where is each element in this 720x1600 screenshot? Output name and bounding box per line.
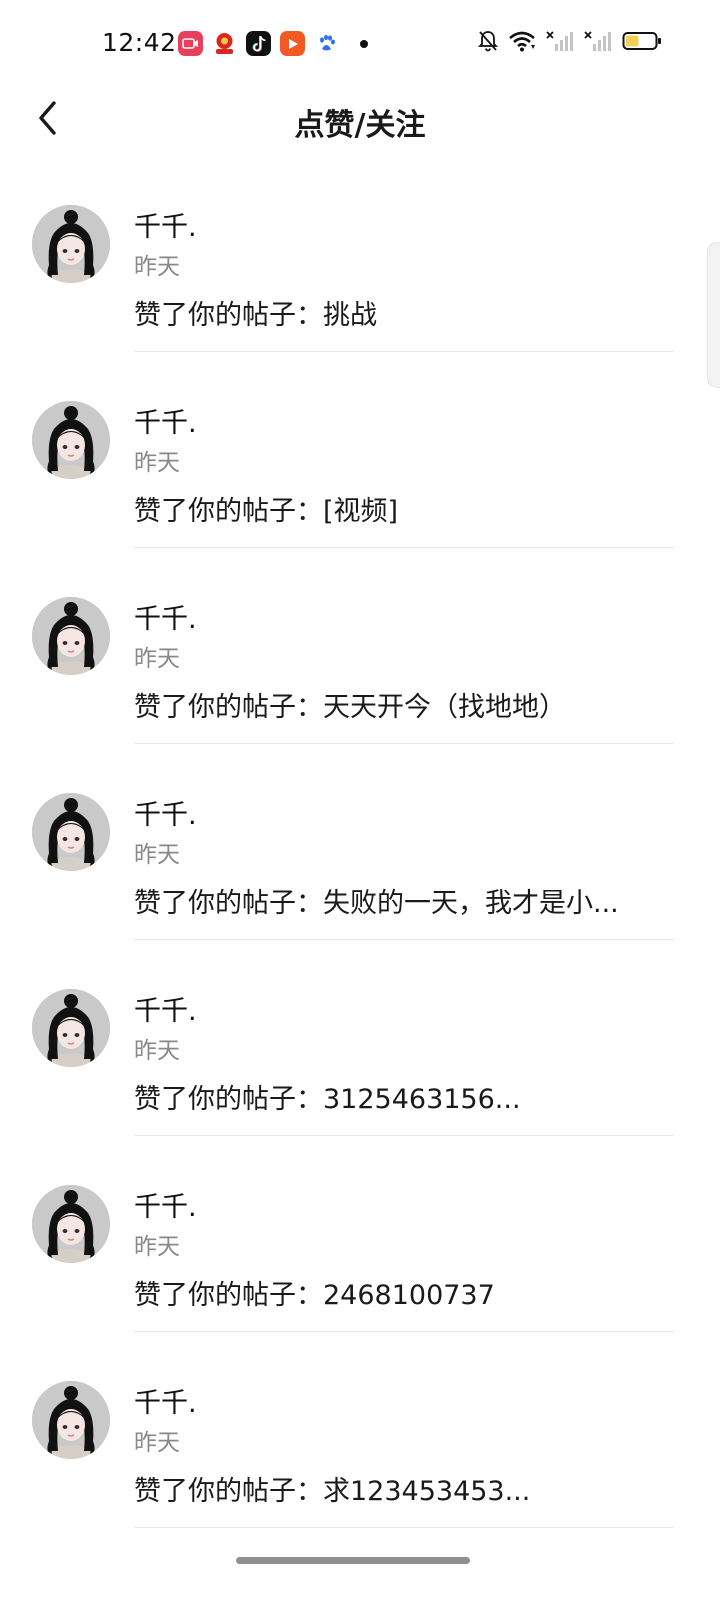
notification-time: 昨天 (134, 1234, 180, 1260)
signal-off-icon (546, 30, 574, 52)
status-right-icons (478, 30, 662, 52)
avatar[interactable] (32, 989, 110, 1067)
notification-item[interactable]: 千千. 昨天 赞了你的帖子：[视频] (0, 401, 720, 597)
notification-text[interactable]: 赞了你的帖子：天天开今（找地地） (134, 685, 566, 724)
user-name[interactable]: 千千. (134, 793, 197, 832)
notification-item[interactable]: 千千. 昨天 赞了你的帖子：2468100737 (0, 1185, 720, 1381)
user-name[interactable]: 千千. (134, 401, 197, 440)
tiktok-icon (246, 31, 271, 56)
mute-bell-icon (478, 30, 498, 52)
battery-icon (622, 30, 662, 52)
divider (134, 939, 674, 940)
avatar[interactable] (32, 597, 110, 675)
notification-time: 昨天 (134, 450, 180, 476)
notification-text[interactable]: 赞了你的帖子：挑战 (134, 293, 377, 332)
page-title: 点赞/关注 (294, 108, 426, 143)
divider (134, 547, 674, 548)
divider (134, 1135, 674, 1136)
divider (134, 743, 674, 744)
divider (134, 1527, 674, 1528)
avatar[interactable] (32, 205, 110, 283)
notification-text[interactable]: 赞了你的帖子：失败的一天，我才是小... (134, 881, 619, 920)
notification-time: 昨天 (134, 646, 180, 672)
user-name[interactable]: 千千. (134, 989, 197, 1028)
notification-time: 昨天 (134, 842, 180, 868)
more-notifications-dot (360, 39, 368, 48)
avatar[interactable] (32, 1185, 110, 1263)
avatar[interactable] (32, 1381, 110, 1459)
header: 点赞/关注 (0, 90, 720, 156)
user-name[interactable]: 千千. (134, 1185, 197, 1224)
screen-recorder-icon (178, 31, 203, 56)
news-app-icon (212, 31, 237, 56)
user-name[interactable]: 千千. (134, 597, 197, 636)
signal-off-icon (584, 30, 612, 52)
video-player-icon (280, 31, 305, 56)
divider (134, 351, 674, 352)
notification-text[interactable]: 赞了你的帖子：3125463156... (134, 1077, 521, 1116)
notification-text[interactable]: 赞了你的帖子：2468100737 (134, 1273, 495, 1312)
avatar[interactable] (32, 793, 110, 871)
baidu-icon (314, 31, 339, 56)
notification-time: 昨天 (134, 254, 180, 280)
notification-item[interactable]: 千千. 昨天 赞了你的帖子：求123453453... (0, 1381, 720, 1577)
user-name[interactable]: 千千. (134, 1381, 197, 1420)
avatar[interactable] (32, 401, 110, 479)
notification-item[interactable]: 千千. 昨天 赞了你的帖子：挑战 (0, 205, 720, 401)
notification-text[interactable]: 赞了你的帖子：求123453453... (134, 1469, 530, 1508)
notification-item[interactable]: 千千. 昨天 赞了你的帖子：天天开今（找地地） (0, 597, 720, 793)
notification-time: 昨天 (134, 1430, 180, 1456)
notification-item[interactable]: 千千. 昨天 赞了你的帖子：失败的一天，我才是小... (0, 793, 720, 989)
status-bar: 12:42 (0, 0, 720, 90)
wifi-icon (508, 30, 536, 52)
notification-app-icons (178, 31, 368, 56)
home-indicator[interactable] (236, 1557, 470, 1564)
notification-text[interactable]: 赞了你的帖子：[视频] (134, 489, 398, 528)
divider (134, 1331, 674, 1332)
user-name[interactable]: 千千. (134, 205, 197, 244)
notification-item[interactable]: 千千. 昨天 赞了你的帖子：3125463156... (0, 989, 720, 1185)
status-time: 12:42 (102, 28, 177, 57)
notification-time: 昨天 (134, 1038, 180, 1064)
